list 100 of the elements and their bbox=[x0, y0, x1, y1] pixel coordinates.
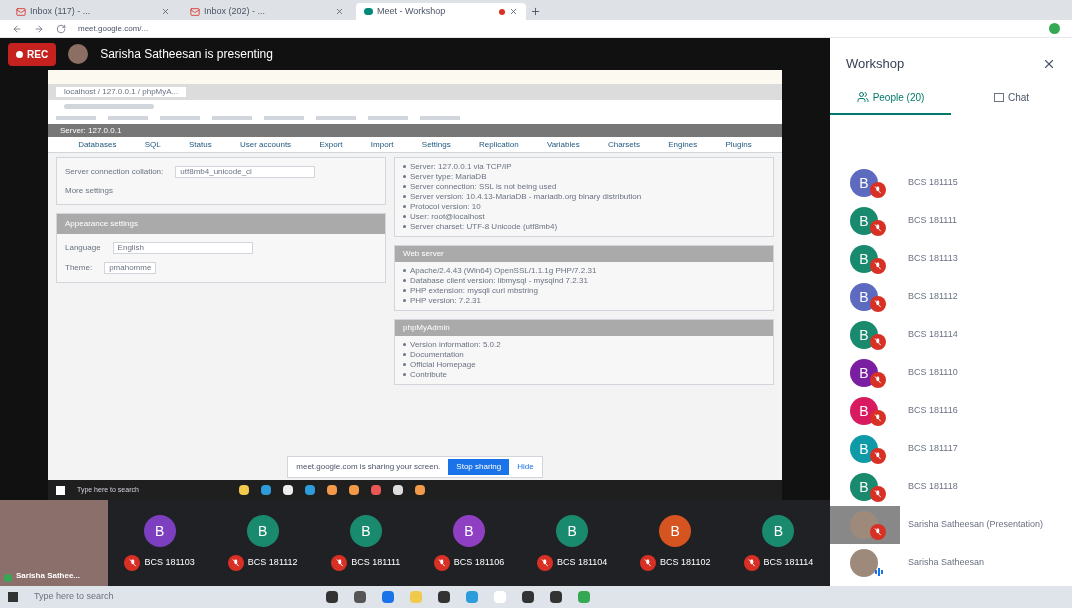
stop-sharing-button[interactable]: Stop sharing bbox=[448, 459, 510, 475]
nav-tab[interactable]: Engines bbox=[668, 138, 698, 151]
app-icon[interactable] bbox=[522, 591, 534, 603]
mail-icon bbox=[16, 6, 26, 17]
language-select[interactable]: English bbox=[112, 242, 253, 254]
participant-name: BCS 181112 bbox=[908, 290, 958, 304]
bullet-icon bbox=[403, 165, 406, 168]
forward-icon[interactable] bbox=[34, 23, 44, 34]
muted-mic-icon bbox=[640, 555, 657, 571]
nav-tab[interactable]: User accounts bbox=[240, 138, 292, 151]
avatar: B bbox=[850, 321, 878, 349]
participant-name: BCS 181102 bbox=[660, 556, 711, 570]
panel-tab[interactable]: Chat bbox=[951, 81, 1072, 115]
participant-name: BCS 181111 bbox=[351, 556, 401, 570]
chat-icon bbox=[993, 92, 1004, 102]
participant-name: BCS 181115 bbox=[908, 176, 958, 190]
nav-tab[interactable]: Export bbox=[319, 138, 343, 151]
presentation-avatar bbox=[850, 511, 878, 539]
close-icon[interactable] bbox=[161, 7, 170, 16]
close-icon[interactable] bbox=[335, 7, 344, 16]
app-icon[interactable] bbox=[327, 485, 337, 495]
muted-mic-icon bbox=[870, 182, 886, 198]
muted-mic-icon bbox=[536, 555, 553, 571]
app-icon[interactable] bbox=[415, 485, 425, 495]
nav-tab[interactable]: SQL bbox=[144, 138, 161, 151]
bullet-icon bbox=[403, 289, 406, 292]
collation-select[interactable]: utf8mb4_unicode_ci bbox=[175, 166, 316, 178]
bookmark-item bbox=[212, 116, 252, 120]
avatar: B bbox=[762, 515, 795, 547]
avatar: B bbox=[143, 515, 176, 547]
bullet-icon bbox=[403, 279, 406, 282]
avatar: B bbox=[850, 169, 878, 197]
hide-button[interactable]: Hide bbox=[517, 461, 534, 473]
participant-name: BCS 181114 bbox=[908, 328, 958, 342]
nav-tab[interactable]: Settings bbox=[421, 138, 451, 151]
nav-tab[interactable]: Plugins bbox=[725, 138, 752, 151]
bookmark-item bbox=[160, 116, 200, 120]
close-icon[interactable] bbox=[509, 7, 518, 16]
nav-tab[interactable]: Charsets bbox=[607, 138, 640, 151]
muted-mic-icon bbox=[870, 296, 886, 312]
avatar: B bbox=[850, 359, 878, 387]
info-item: Contribute bbox=[410, 370, 447, 380]
info-item: Server connection: SSL is not being used bbox=[410, 182, 557, 192]
bullet-icon bbox=[403, 205, 406, 208]
presenting-label: Sarisha Satheesan is presenting bbox=[100, 46, 273, 63]
app-icon[interactable] bbox=[550, 591, 562, 603]
panel-title: Web server bbox=[395, 246, 773, 262]
nav-tab[interactable]: Import bbox=[370, 138, 394, 151]
avatar: B bbox=[850, 397, 878, 425]
info-item: PHP version: 7.2.31 bbox=[410, 296, 481, 306]
profile-icon[interactable] bbox=[1049, 23, 1060, 34]
muted-mic-icon bbox=[743, 555, 760, 571]
notice-text: meet.google.com is sharing your screen. bbox=[296, 461, 441, 473]
app-icon[interactable] bbox=[438, 591, 450, 603]
browser-tab[interactable]: Meet - Workshop bbox=[356, 3, 526, 20]
nav-tab[interactable]: Databases bbox=[78, 138, 117, 151]
info-item: Protocol version: 10 bbox=[410, 202, 481, 212]
app-icon[interactable] bbox=[393, 485, 403, 495]
reload-icon[interactable] bbox=[56, 23, 66, 34]
more-settings-link[interactable]: More settings bbox=[65, 186, 377, 196]
participant-name: BCS 181117 bbox=[908, 442, 958, 456]
browser-tab[interactable]: localhost / 127.0.0.1 / phpMyA... bbox=[56, 87, 187, 97]
server-breadcrumb: Server: 127.0.0.1 bbox=[60, 124, 122, 137]
info-item: Documentation bbox=[410, 350, 464, 360]
muted-mic-icon bbox=[433, 555, 450, 571]
app-icon[interactable] bbox=[326, 591, 338, 603]
participant-name: BCS 181106 bbox=[453, 556, 505, 570]
participant-name: Sarisha Satheesan (Presentation) bbox=[908, 518, 1044, 532]
back-icon[interactable] bbox=[12, 23, 22, 34]
info-item: Apache/2.4.43 (Win64) OpenSSL/1.1.1g PHP/7.2.31 bbox=[410, 266, 597, 276]
participant-name: Sarisha Satheesan bbox=[908, 556, 985, 570]
taskbar-search[interactable]: Type here to search bbox=[34, 590, 234, 604]
avatar: B bbox=[659, 515, 692, 547]
bookmark-item bbox=[316, 116, 356, 120]
rec-badge: REC bbox=[8, 42, 57, 66]
nav-tab[interactable]: Replication bbox=[479, 138, 519, 151]
user-avatar bbox=[850, 549, 878, 577]
bookmark-item bbox=[108, 116, 148, 120]
app-icon[interactable] bbox=[239, 485, 249, 495]
avatar: B bbox=[349, 515, 382, 547]
windows-icon[interactable] bbox=[56, 485, 65, 495]
info-item: Server: 127.0.0.1 via TCP/IP bbox=[410, 162, 512, 172]
avatar: B bbox=[850, 283, 878, 311]
nav-tab[interactable]: Status bbox=[189, 138, 212, 151]
nav-tab[interactable]: Variables bbox=[546, 138, 580, 151]
bookmark-item bbox=[264, 116, 304, 120]
field-label: Server connection collation: bbox=[65, 167, 164, 177]
bullet-icon bbox=[403, 225, 406, 228]
mail-icon bbox=[190, 6, 200, 17]
muted-mic-icon bbox=[870, 372, 886, 388]
info-item: Server charset: UTF-8 Unicode (utf8mb4) bbox=[410, 222, 558, 232]
app-icon[interactable] bbox=[349, 485, 359, 495]
theme-select[interactable]: pmahomme bbox=[104, 262, 157, 274]
bullet-icon bbox=[403, 353, 406, 356]
new-tab-icon[interactable] bbox=[530, 6, 541, 17]
participant-name: BCS 181111 bbox=[908, 214, 958, 228]
muted-mic-icon bbox=[870, 258, 886, 274]
app-icon[interactable] bbox=[283, 485, 293, 495]
panel-tab[interactable]: People (20) bbox=[830, 81, 951, 115]
bookmark-item bbox=[368, 116, 408, 120]
